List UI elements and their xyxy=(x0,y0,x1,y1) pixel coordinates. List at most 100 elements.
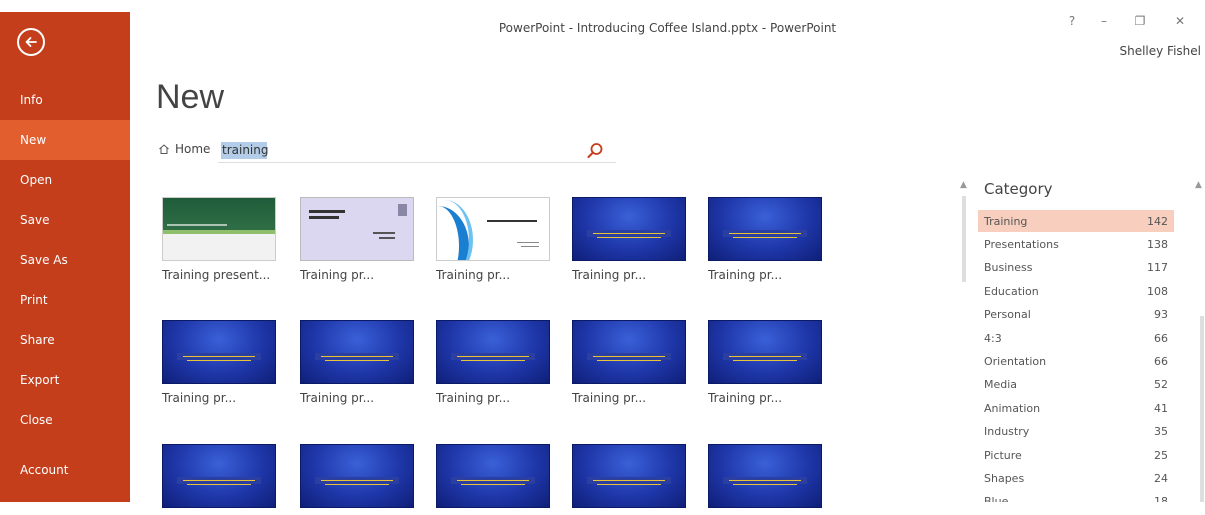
category-name: Picture xyxy=(984,448,1022,462)
scrollbar-thumb[interactable] xyxy=(1200,316,1204,502)
category-item[interactable]: Business 117 xyxy=(978,257,1174,279)
sidebar-item-close[interactable]: Close xyxy=(0,400,130,440)
category-count: 93 xyxy=(1154,308,1168,322)
scroll-up-icon[interactable]: ▲ xyxy=(960,180,967,190)
template-thumbnail[interactable] xyxy=(572,320,686,384)
category-count: 41 xyxy=(1154,401,1168,415)
template-thumbnail[interactable] xyxy=(436,197,550,261)
template-item[interactable]: Training pr... xyxy=(434,197,554,282)
template-thumbnail[interactable] xyxy=(708,444,822,508)
window-title: PowerPoint - Introducing Coffee Island.p… xyxy=(498,21,837,35)
template-item[interactable] xyxy=(706,444,826,515)
template-item[interactable]: Training pr... xyxy=(706,320,826,405)
search-input[interactable] xyxy=(218,138,616,163)
template-item[interactable] xyxy=(434,444,554,515)
template-item[interactable]: Training pr... xyxy=(706,197,826,282)
minimize-button[interactable]: – xyxy=(1094,14,1114,28)
category-item[interactable]: Orientation 66 xyxy=(978,350,1174,372)
search-icon xyxy=(587,143,603,158)
category-name: 4:3 xyxy=(984,331,1002,345)
template-item[interactable]: Training pr... xyxy=(298,320,418,405)
account-name[interactable]: Shelley Fishel xyxy=(1119,44,1201,58)
category-item[interactable]: Personal 93 xyxy=(978,304,1174,326)
category-item[interactable]: Presentations 138 xyxy=(978,233,1174,255)
scrollbar-track xyxy=(962,196,966,282)
category-item[interactable]: 4:3 66 xyxy=(978,327,1174,349)
category-item[interactable]: Media 52 xyxy=(978,374,1174,396)
template-item[interactable]: Training pr... xyxy=(160,320,280,405)
category-name: Personal xyxy=(984,308,1031,322)
template-thumbnail[interactable] xyxy=(162,320,276,384)
sidebar-item-info[interactable]: Info xyxy=(0,80,130,120)
template-label: Training pr... xyxy=(300,268,375,282)
category-name: Blue xyxy=(984,495,1009,502)
template-thumbnail[interactable] xyxy=(300,320,414,384)
scroll-up-icon[interactable]: ▲ xyxy=(1195,180,1202,190)
template-item[interactable] xyxy=(570,444,690,515)
sidebar-item-account[interactable]: Account xyxy=(0,450,130,490)
category-item[interactable]: Training 142 xyxy=(978,210,1174,232)
sidebar-item-open[interactable]: Open xyxy=(0,160,130,200)
template-item[interactable] xyxy=(298,444,418,515)
search-button[interactable] xyxy=(584,140,606,162)
category-count: 66 xyxy=(1154,331,1168,345)
template-label: Training pr... xyxy=(436,268,511,282)
category-count: 138 xyxy=(1147,237,1168,251)
sidebar-item-new[interactable]: New xyxy=(0,120,130,160)
category-count: 142 xyxy=(1147,214,1168,228)
template-thumbnail[interactable] xyxy=(300,444,414,508)
top-strip xyxy=(0,0,1205,12)
template-label: Training pr... xyxy=(300,391,375,405)
close-button[interactable]: ✕ xyxy=(1170,14,1190,28)
category-panel: Category Training 142 Presentations 138 Busi… xyxy=(976,172,1188,502)
back-button[interactable] xyxy=(17,28,45,56)
category-left-scrollbar[interactable]: ▲ xyxy=(958,180,970,282)
template-thumbnail[interactable] xyxy=(572,444,686,508)
category-count: 25 xyxy=(1154,448,1168,462)
template-label: Training present... xyxy=(162,268,271,282)
category-name: Education xyxy=(984,284,1039,298)
category-item[interactable]: Picture 25 xyxy=(978,444,1174,466)
template-thumbnail[interactable] xyxy=(572,197,686,261)
back-arrow-icon xyxy=(25,37,37,47)
template-thumbnail[interactable] xyxy=(708,197,822,261)
category-item[interactable]: Animation 41 xyxy=(978,397,1174,419)
category-name: Business xyxy=(984,261,1033,275)
category-name: Training xyxy=(984,214,1028,228)
sidebar-item-share[interactable]: Share xyxy=(0,320,130,360)
category-count: 66 xyxy=(1154,354,1168,368)
sidebar-item-export[interactable]: Export xyxy=(0,360,130,400)
template-item[interactable]: Training pr... xyxy=(570,320,690,405)
template-item[interactable]: Training pr... xyxy=(298,197,418,282)
template-thumbnail[interactable] xyxy=(300,197,414,261)
category-item[interactable]: Shapes 24 xyxy=(978,467,1174,489)
template-label: Training pr... xyxy=(572,268,647,282)
category-name: Industry xyxy=(984,425,1030,439)
category-heading: Category xyxy=(984,180,1053,198)
help-button[interactable]: ? xyxy=(1062,14,1082,28)
sidebar-item-print[interactable]: Print xyxy=(0,280,130,320)
category-name: Presentations xyxy=(984,237,1059,251)
sidebar-item-save-as[interactable]: Save As xyxy=(0,240,130,280)
template-label: Training pr... xyxy=(572,391,647,405)
restore-button[interactable]: ❐ xyxy=(1130,14,1150,28)
category-item[interactable]: Industry 35 xyxy=(978,421,1174,443)
template-item[interactable]: Training pr... xyxy=(570,197,690,282)
template-thumbnail[interactable] xyxy=(162,444,276,508)
template-item[interactable] xyxy=(160,444,280,515)
template-thumbnail[interactable] xyxy=(162,197,276,261)
sidebar-item-save[interactable]: Save xyxy=(0,200,130,240)
category-count: 117 xyxy=(1147,261,1168,275)
category-item[interactable]: Education 108 xyxy=(978,280,1174,302)
template-item[interactable]: Training present... xyxy=(160,197,280,282)
category-name: Animation xyxy=(984,401,1041,415)
template-thumbnail[interactable] xyxy=(436,320,550,384)
home-label: Home xyxy=(175,142,211,156)
category-scrollbar[interactable]: ▲ xyxy=(1194,180,1205,502)
template-item[interactable]: Training pr... xyxy=(434,320,554,405)
category-item[interactable]: Blue 18 xyxy=(978,491,1174,502)
template-thumbnail[interactable] xyxy=(436,444,550,508)
home-link[interactable]: Home xyxy=(158,142,210,156)
category-name: Media xyxy=(984,378,1018,392)
template-thumbnail[interactable] xyxy=(708,320,822,384)
